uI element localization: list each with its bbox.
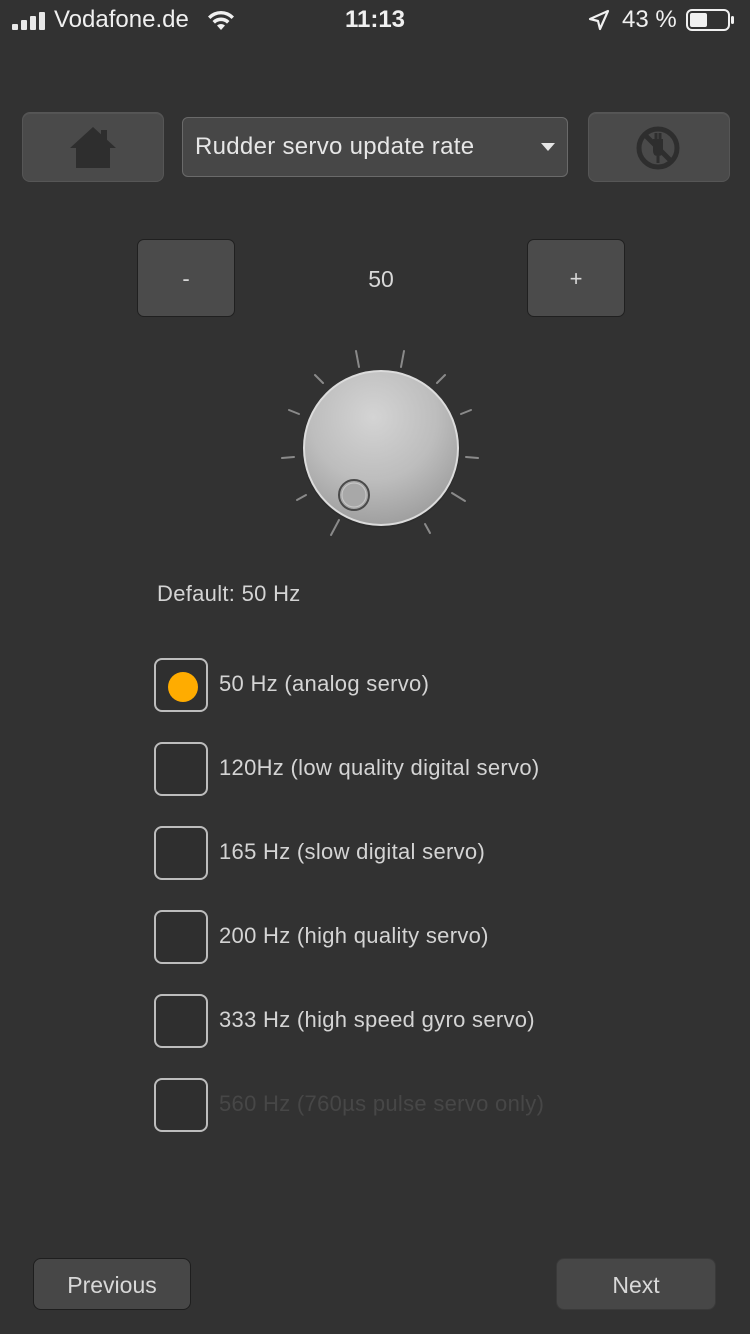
knob-indicator (338, 479, 370, 511)
option-120hz[interactable]: 120Hz (low quality digital servo) (154, 742, 714, 796)
current-value: 50 (368, 266, 394, 292)
option-label: 120Hz (low quality digital servo) (219, 755, 540, 780)
option-label: 165 Hz (slow digital servo) (219, 839, 486, 864)
option-label-disabled: 560 Hz (760µs pulse servo only) (219, 1091, 545, 1116)
option-checkbox[interactable] (154, 1078, 208, 1132)
setting-dropdown-value: Rudder servo update rate (195, 133, 475, 160)
option-checkbox[interactable] (154, 742, 208, 796)
home-button[interactable] (22, 112, 164, 182)
next-button[interactable]: Next (556, 1258, 716, 1310)
disconnect-button[interactable] (588, 112, 730, 182)
option-200hz[interactable]: 200 Hz (high quality servo) (154, 910, 714, 964)
default-value-text: Default: 50 Hz (157, 581, 301, 606)
option-checkbox[interactable] (154, 994, 208, 1048)
status-bar: Vodafone.de 11:13 43 % (0, 0, 750, 40)
home-icon (70, 127, 116, 168)
dropdown-arrow-icon (541, 143, 555, 151)
selected-dot-icon (168, 672, 198, 702)
option-50hz[interactable]: 50 Hz (analog servo) (154, 658, 714, 712)
disconnected-plug-icon (636, 126, 680, 170)
option-checkbox[interactable] (154, 826, 208, 880)
option-label: 333 Hz (high speed gyro servo) (219, 1007, 535, 1032)
location-arrow-icon (588, 9, 610, 31)
option-label: 200 Hz (high quality servo) (219, 923, 489, 948)
option-333hz[interactable]: 333 Hz (high speed gyro servo) (154, 994, 714, 1048)
battery-percent: 43 % (622, 6, 677, 33)
option-checkbox[interactable] (154, 910, 208, 964)
battery-icon (686, 9, 734, 31)
option-label: 50 Hz (analog servo) (219, 671, 430, 696)
option-165hz[interactable]: 165 Hz (slow digital servo) (154, 826, 714, 880)
option-560hz[interactable]: 560 Hz (760µs pulse servo only) (154, 1078, 714, 1132)
setting-dropdown[interactable]: Rudder servo update rate (182, 117, 568, 177)
increment-button[interactable]: + (527, 239, 625, 317)
option-checkbox[interactable] (154, 658, 208, 712)
rotary-knob[interactable] (260, 330, 500, 570)
previous-button[interactable]: Previous (33, 1258, 191, 1310)
